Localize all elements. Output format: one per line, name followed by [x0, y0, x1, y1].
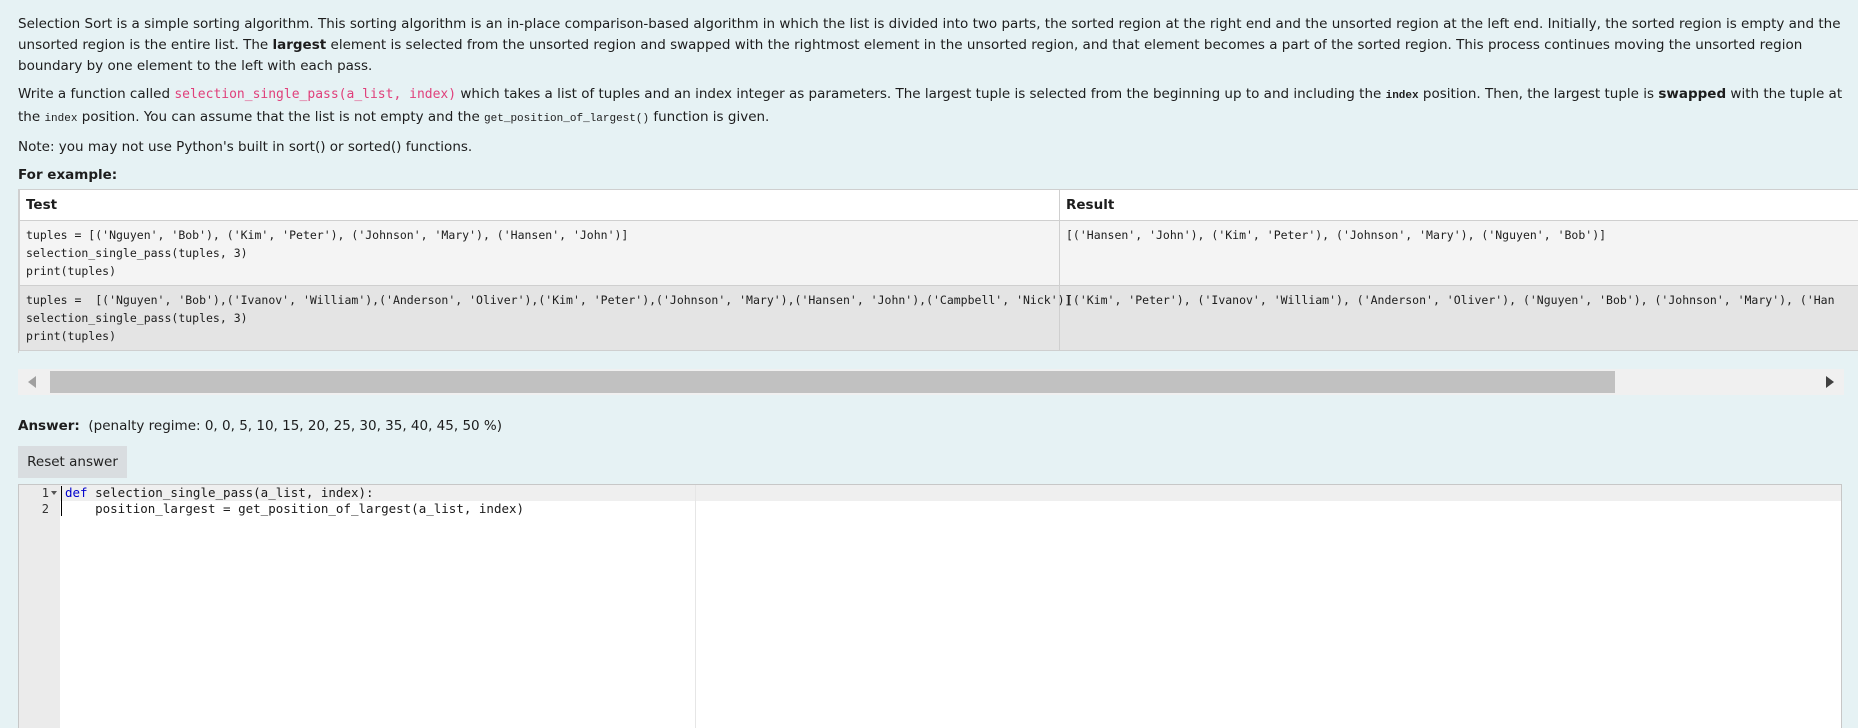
reset-answer-button[interactable]: Reset answer [18, 446, 127, 478]
table-row: tuples = [('Nguyen', 'Bob'),('Ivanov', '… [20, 286, 1858, 351]
table-header-row: Test Result [20, 190, 1858, 221]
answer-line: Answer: (penalty regime: 0, 0, 5, 10, 15… [18, 418, 502, 434]
line-number: 1 [19, 485, 49, 501]
code-line[interactable]: def selection_single_pass(a_list, index)… [65, 485, 374, 501]
question-note: Note: you may not use Python's built in … [18, 137, 1844, 158]
penalty-regime: (penalty regime: 0, 0, 5, 10, 15, 20, 25… [88, 418, 502, 434]
result-cell: [('Hansen', 'John'), ('Kim', 'Peter'), (… [1060, 221, 1858, 286]
for-example-heading: For example: [18, 165, 1844, 186]
test-cell: tuples = [('Nguyen', 'Bob'),('Ivanov', '… [20, 286, 1060, 351]
arrow-right-icon[interactable] [1826, 376, 1834, 388]
column-header-result: Result [1060, 190, 1858, 221]
code-line[interactable]: position_largest = get_position_of_large… [65, 501, 524, 517]
question-paragraph-2: Write a function called selection_single… [18, 84, 1844, 130]
text-cursor [61, 486, 62, 516]
question-text: Selection Sort is a simple sorting algor… [18, 14, 1844, 193]
print-margin [695, 485, 696, 728]
scrollbar-thumb[interactable] [50, 371, 1615, 393]
examples-table: Test Result tuples = [('Nguyen', 'Bob'),… [19, 189, 1858, 351]
table-row: tuples = [('Nguyen', 'Bob'), ('Kim', 'Pe… [20, 221, 1858, 286]
answer-label: Answer: [18, 418, 80, 434]
editor-gutter: 1 2 [19, 485, 60, 728]
test-cell: tuples = [('Nguyen', 'Bob'), ('Kim', 'Pe… [20, 221, 1060, 286]
horizontal-scrollbar[interactable] [18, 369, 1844, 395]
result-cell: [('Kim', 'Peter'), ('Ivanov', 'William')… [1060, 286, 1858, 351]
fold-arrow-icon[interactable] [51, 491, 57, 495]
function-signature: selection_single_pass(a_list, index) [174, 87, 456, 102]
question-paragraph-1: Selection Sort is a simple sorting algor… [18, 14, 1844, 77]
examples-table-container: Test Result tuples = [('Nguyen', 'Bob'),… [18, 189, 1858, 353]
code-editor[interactable]: 1 2 def selection_single_pass(a_list, in… [18, 484, 1842, 728]
arrow-left-icon[interactable] [28, 376, 36, 388]
column-header-test: Test [20, 190, 1060, 221]
line-number: 2 [19, 501, 49, 517]
